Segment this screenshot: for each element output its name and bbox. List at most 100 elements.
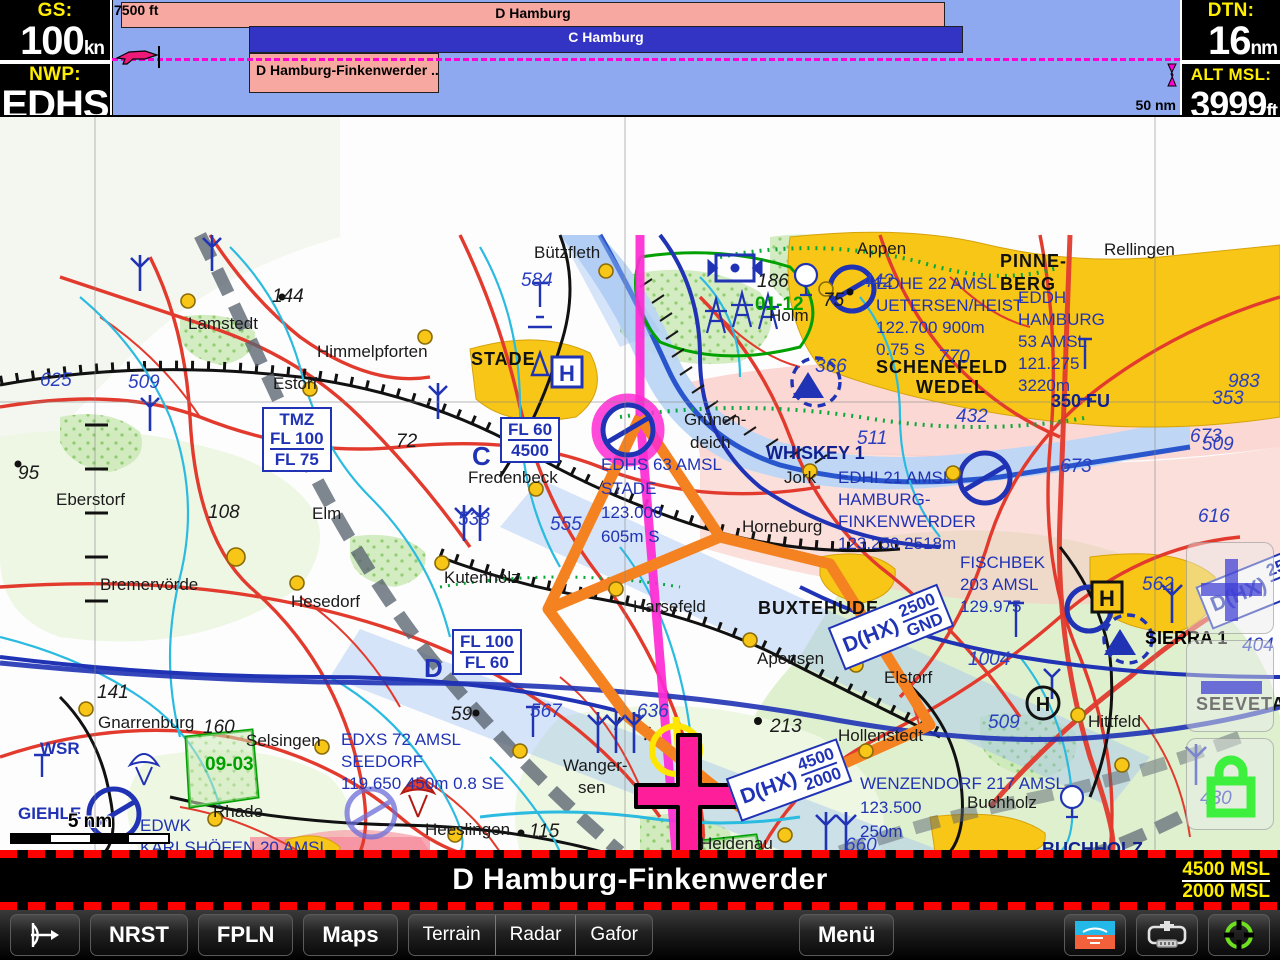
map-elevation-label: 366 xyxy=(815,356,847,377)
airspace-limit-line: FL 75 xyxy=(270,448,324,469)
airspace-limit-line: FL 100 xyxy=(460,632,514,651)
overlay-group[interactable]: Terrain Radar Gafor xyxy=(407,914,653,956)
fpln-button[interactable]: FPLN xyxy=(197,914,294,956)
airspace-limits-box: FL 60 4500 C xyxy=(472,417,561,469)
map-place-label: Selsingen xyxy=(246,731,321,750)
lock-icon xyxy=(1206,755,1256,818)
map-elevation-label: 509 xyxy=(988,712,1020,733)
moving-map[interactable]: H H H Bützfleth Lamstedt Himmelpforten S… xyxy=(0,115,1280,850)
map-elevation-label: 1004 xyxy=(968,649,1011,670)
map-place-label: Elstorf xyxy=(884,668,933,687)
airspace-class-letter: C xyxy=(472,441,491,471)
profile-track-line xyxy=(112,58,1180,61)
map-elevation-label: 115 xyxy=(529,821,560,842)
svg-text:H: H xyxy=(559,361,575,386)
map-place-label: Harsefeld xyxy=(633,597,706,616)
map-lock-button[interactable] xyxy=(1186,738,1274,830)
map-place-label: BUCHHOLZ xyxy=(1042,839,1143,850)
map-place-label: WSR xyxy=(40,739,80,758)
map-aerodrome-label: HAMBURG- xyxy=(838,490,931,509)
map-elevation-label: 144 xyxy=(272,286,304,307)
map-elevation-label: 509 xyxy=(128,372,160,393)
map-place-label: Jork xyxy=(784,468,817,487)
map-elevation-label: 562 xyxy=(1142,574,1174,595)
aircraft-panel-button[interactable] xyxy=(1136,914,1198,956)
map-zoom-in-button[interactable] xyxy=(1186,542,1274,634)
airspace-limits-box: TMZ FL 100 FL 75 xyxy=(262,407,332,472)
airspace-alert-bar[interactable]: D Hamburg-Finkenwerder 4500 MSL 2000 MSL xyxy=(0,850,1280,910)
map-place-label: WEDEL xyxy=(916,377,986,397)
map-scale-bar: 5 nm xyxy=(10,811,170,844)
profile-band-label: D Hamburg-Finkenwerder .. xyxy=(256,62,439,78)
data-box-ground-speed[interactable]: GS: 100kn xyxy=(0,0,112,62)
map-place-label: Appen xyxy=(857,239,907,258)
alt-label: ALT MSL: xyxy=(1190,65,1272,84)
nwp-label: NWP: xyxy=(29,64,81,85)
profile-top-altitude: 7500 ft xyxy=(114,2,159,18)
nrst-button[interactable]: NRST xyxy=(90,914,188,956)
map-aerodrome-label: FISCHBEK xyxy=(960,553,1046,572)
direct-to-icon xyxy=(31,923,59,947)
attitude-indicator-button[interactable] xyxy=(1064,914,1126,956)
map-place-label: Elm xyxy=(312,504,342,523)
scale-ticks xyxy=(10,833,170,844)
map-aerodrome-label: 121.275 xyxy=(1018,354,1080,373)
map-elevation-label: 09-03 xyxy=(205,754,254,775)
gps-lock-button[interactable] xyxy=(1208,914,1270,956)
airspace-limit-line: TMZ xyxy=(279,410,315,429)
map-aerodrome-label: HAMBURG xyxy=(1018,310,1105,329)
map-aerodrome-label: WENZENDORF 217 AMSL xyxy=(860,774,1065,793)
map-place-label: Rellingen xyxy=(1104,240,1175,259)
dtn-label: DTN: xyxy=(1207,0,1255,21)
map-place-label: Wanger- xyxy=(563,756,628,775)
gafor-button[interactable]: Gafor xyxy=(575,915,652,955)
gs-unit: kn xyxy=(83,38,105,59)
map-aerodrome-label: 122.700 900m xyxy=(876,318,985,337)
maps-button[interactable]: Maps xyxy=(303,914,398,956)
radar-button[interactable]: Radar xyxy=(494,915,576,955)
gs-value-row: 100kn xyxy=(0,19,110,62)
airspace-class-text: D(HX) xyxy=(839,613,903,657)
map-aerodrome-label: 119.650 450m 0.8 SE xyxy=(341,774,505,793)
map-place-label: Horneburg xyxy=(742,517,823,536)
map-elevation-label: 108 xyxy=(208,502,240,523)
profile-aircraft-icon xyxy=(115,50,159,65)
airspace-limits: 4500 2000 xyxy=(795,744,844,795)
map-elevation-label: 72 xyxy=(396,431,418,452)
map-aerodrome-label: 123.250 2518m xyxy=(838,534,957,553)
map-place-label: WHISKEY 1 xyxy=(766,443,865,463)
map-elevation-label: 567 xyxy=(530,701,562,722)
direct-to-button[interactable] xyxy=(10,914,80,956)
alert-upper-limit: 4500 MSL xyxy=(1182,859,1270,880)
gs-value: 100 xyxy=(20,19,85,62)
map-place-label: Heeslingen xyxy=(425,820,511,839)
menu-button[interactable]: Menü xyxy=(798,914,895,956)
map-elevation-label: 625 xyxy=(40,370,72,391)
map-aerodrome-label: EDHE 22 AMSL xyxy=(876,274,997,293)
map-place-label: Bremervörde xyxy=(100,575,199,594)
map-place-label: Apensen xyxy=(757,649,825,668)
map-zoom-out-button[interactable] xyxy=(1186,640,1274,732)
data-box-distance-to-next[interactable]: DTN: 16nm xyxy=(1180,0,1280,62)
map-elevation-label: 432 xyxy=(956,406,988,427)
map-elevation-label: 213 xyxy=(770,716,802,737)
airspace-profile-strip[interactable]: D Hamburg C Hamburg D Hamburg-Finkenwerd… xyxy=(0,0,1280,115)
profile-band-label: D Hamburg xyxy=(495,5,571,21)
profile-band-c-hamburg: C Hamburg xyxy=(249,26,963,53)
map-elevation-label: 584 xyxy=(521,270,553,291)
svg-text:H: H xyxy=(1099,586,1115,611)
dtn-value: 16 xyxy=(1208,19,1251,62)
bottom-toolbar[interactable]: NRST FPLN Maps Terrain Radar Gafor Menü xyxy=(0,910,1280,960)
terrain-button[interactable]: Terrain xyxy=(409,915,495,955)
gs-label: GS: xyxy=(37,0,73,21)
map-elevation-label: 01-12 xyxy=(755,294,804,315)
map-aerodrome-label: EDHI 21 AMSL xyxy=(838,468,953,487)
map-elevation-label: 59 xyxy=(451,704,473,725)
map-aerodrome-label: EDDH xyxy=(1018,288,1067,307)
alert-airspace-name: D Hamburg-Finkenwerder xyxy=(452,863,828,896)
map-place-label: Hittfeld xyxy=(1088,712,1141,731)
airspace-limit-line: FL 100 xyxy=(270,429,324,448)
map-elevation-label: 95 xyxy=(18,463,40,484)
map-place-label: Eberstorf xyxy=(56,490,125,509)
map-aerodrome-label: FINKENWERDER xyxy=(838,512,976,531)
